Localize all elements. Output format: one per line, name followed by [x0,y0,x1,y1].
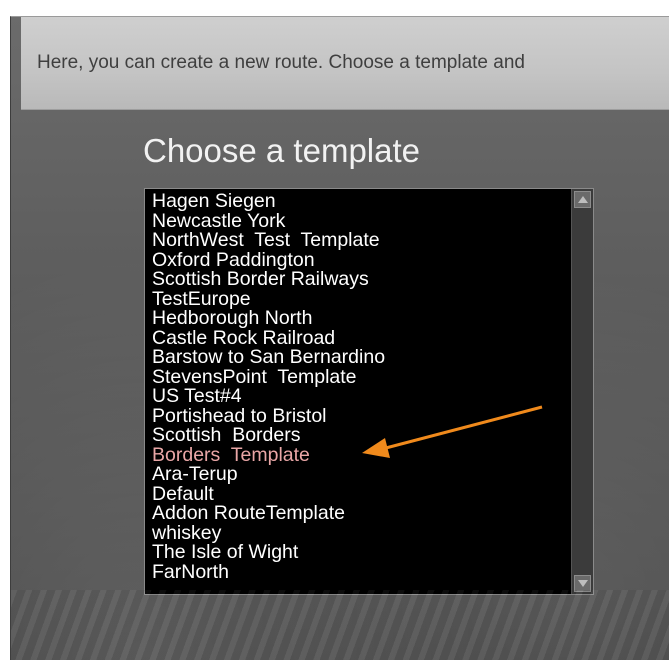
list-item[interactable]: Hedborough North [152,309,569,329]
page-title: Choose a template [143,132,421,169]
list-item[interactable]: Hagen Siegen [152,192,569,212]
scroll-down-button[interactable] [574,575,591,592]
list-item[interactable]: Scottish Borders [152,426,569,446]
list-item[interactable]: Newcastle York [152,212,569,232]
list-item[interactable]: Portishead to Bristol [152,407,569,427]
scroll-up-button[interactable] [574,191,591,208]
list-item[interactable]: TestEurope [152,290,569,310]
chevron-up-icon [578,196,588,203]
list-item[interactable]: NorthWest Test Template [152,231,569,251]
list-item[interactable]: Default [152,485,569,505]
list-item[interactable]: Castle Rock Railroad [152,329,569,349]
list-item[interactable]: Scottish Border Railways [152,270,569,290]
list-item[interactable]: whiskey [152,524,569,544]
template-items: Hagen Siegen Newcastle York NorthWest Test… [152,192,569,582]
list-item[interactable]: Ara-Terup [152,465,569,485]
list-item[interactable]: StevensPoint Template [152,368,569,388]
list-item[interactable]: Borders Template [152,446,569,466]
info-text: Here, you can create a new route. Choose… [37,52,525,73]
list-item[interactable]: Addon RouteTemplate [152,504,569,524]
template-list[interactable]: Hagen Siegen Newcastle York NorthWest Test… [144,188,594,595]
list-item[interactable]: Oxford Paddington [152,251,569,271]
list-item[interactable]: FarNorth [152,563,569,583]
chevron-down-icon [578,580,588,587]
list-item[interactable]: Barstow to San Bernardino [152,348,569,368]
info-bar: Here, you can create a new route. Choose… [21,17,669,110]
route-creation-window: Here, you can create a new route. Choose… [10,16,669,660]
list-item[interactable]: US Test#4 [152,387,569,407]
scrollbar[interactable] [571,189,593,594]
list-item[interactable]: The Isle of Wight [152,543,569,563]
